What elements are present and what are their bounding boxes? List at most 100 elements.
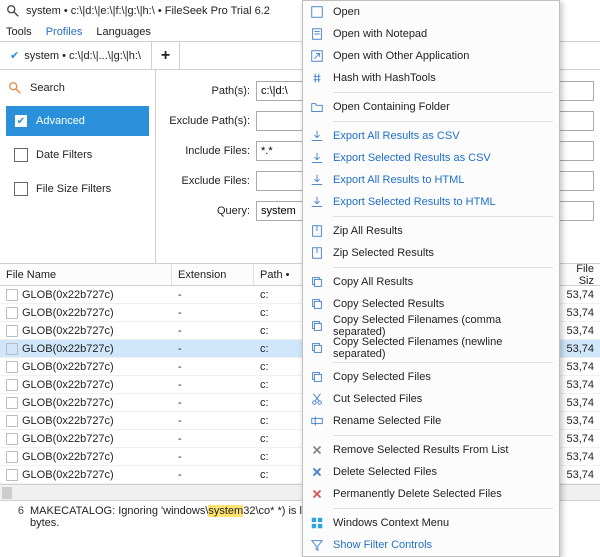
- ctx-copy-fn-comma[interactable]: Copy Selected Filenames (comma separated…: [303, 315, 559, 337]
- ctx-open-notepad[interactable]: Open with Notepad: [303, 23, 559, 45]
- tab-add-button[interactable]: +: [152, 42, 180, 70]
- check-icon: ✔: [10, 49, 19, 62]
- menu-profiles[interactable]: Profiles: [46, 26, 83, 38]
- separator: [333, 267, 553, 268]
- cell-size: 53,74: [556, 451, 600, 463]
- menu-tools[interactable]: Tools: [6, 26, 32, 38]
- perm-delete-icon: [309, 486, 325, 502]
- ctx-export-sel-html[interactable]: Export Selected Results to HTML: [303, 191, 559, 213]
- tab-active[interactable]: ✔ system • c:\|d:\|...\|g:\|h:\: [0, 42, 152, 70]
- cell-filename: GLOB(0x22b727c): [22, 343, 114, 355]
- ctx-open-folder[interactable]: Open Containing Folder: [303, 96, 559, 118]
- separator: [333, 362, 553, 363]
- cell-filename: GLOB(0x22b727c): [22, 397, 114, 409]
- ctx-perm-delete[interactable]: Permanently Delete Selected Files: [303, 483, 559, 505]
- ctx-copy-files[interactable]: Copy Selected Files: [303, 366, 559, 388]
- menu-languages[interactable]: Languages: [96, 26, 150, 38]
- sidebar-item-label: Advanced: [36, 115, 85, 127]
- cell-filename: GLOB(0x22b727c): [22, 361, 114, 373]
- ctx-delete[interactable]: Delete Selected Files: [303, 461, 559, 483]
- cell-filename: GLOB(0x22b727c): [22, 307, 114, 319]
- ctx-rename[interactable]: Rename Selected File: [303, 410, 559, 432]
- context-menu: Open Open with Notepad Open with Other A…: [302, 0, 560, 557]
- cell-size: 53,74: [556, 415, 600, 427]
- scroll-thumb[interactable]: [2, 487, 12, 499]
- ctx-filter-controls[interactable]: Show Filter Controls: [303, 534, 559, 556]
- cell-filename: GLOB(0x22b727c): [22, 289, 114, 301]
- sidebar-item-advanced[interactable]: ✔ Advanced: [6, 106, 149, 136]
- cell-extension: -: [172, 361, 254, 373]
- open-icon: [309, 4, 325, 20]
- copy-icon: [309, 274, 325, 290]
- cell-extension: -: [172, 289, 254, 301]
- hash-icon: [309, 70, 325, 86]
- separator: [333, 121, 553, 122]
- file-icon: [6, 289, 18, 301]
- preview-line-no: 6: [6, 505, 24, 517]
- tab-label: system • c:\|d:\|...\|g:\|h:\: [24, 50, 141, 62]
- ctx-zip-all[interactable]: Zip All Results: [303, 220, 559, 242]
- sidebar-item-date[interactable]: Date Filters: [6, 140, 149, 170]
- sidebar-item-filesize[interactable]: File Size Filters: [6, 174, 149, 204]
- cell-extension: -: [172, 343, 254, 355]
- ctx-open-other[interactable]: Open with Other Application: [303, 45, 559, 67]
- ctx-export-all-csv[interactable]: Export All Results as CSV: [303, 125, 559, 147]
- ctx-hash[interactable]: Hash with HashTools: [303, 67, 559, 89]
- cell-size: 53,74: [556, 361, 600, 373]
- app-icon: [6, 4, 20, 18]
- ctx-open[interactable]: Open: [303, 1, 559, 23]
- cell-extension: -: [172, 469, 254, 481]
- file-icon: [6, 433, 18, 445]
- file-icon: [6, 343, 18, 355]
- ctx-windows-menu[interactable]: Windows Context Menu: [303, 512, 559, 534]
- checkbox-filesize[interactable]: [14, 182, 28, 196]
- checkbox-date[interactable]: [14, 148, 28, 162]
- ctx-copy-fn-nl[interactable]: Copy Selected Filenames (newline separat…: [303, 337, 559, 359]
- cell-extension: -: [172, 307, 254, 319]
- copy-icon: [309, 369, 325, 385]
- cell-filename: GLOB(0x22b727c): [22, 433, 114, 445]
- column-extension[interactable]: Extension: [172, 264, 254, 285]
- column-filename[interactable]: File Name: [0, 264, 172, 285]
- copy-icon: [309, 296, 325, 312]
- cell-extension: -: [172, 433, 254, 445]
- checkbox-advanced[interactable]: ✔: [14, 114, 28, 128]
- sidebar-item-label: File Size Filters: [36, 183, 111, 195]
- ctx-remove[interactable]: Remove Selected Results From List: [303, 439, 559, 461]
- cell-filename: GLOB(0x22b727c): [22, 469, 114, 481]
- sidebar-item-label: Date Filters: [36, 149, 92, 161]
- ctx-export-all-html[interactable]: Export All Results to HTML: [303, 169, 559, 191]
- cell-size: 53,74: [556, 307, 600, 319]
- cell-extension: -: [172, 379, 254, 391]
- file-icon: [6, 415, 18, 427]
- delete-icon: [309, 464, 325, 480]
- copy-icon: [309, 318, 325, 334]
- export-icon: [309, 172, 325, 188]
- cell-filename: GLOB(0x22b727c): [22, 325, 114, 337]
- ctx-cut-files[interactable]: Cut Selected Files: [303, 388, 559, 410]
- remove-icon: [309, 442, 325, 458]
- column-size[interactable]: File Siz: [556, 264, 600, 285]
- sidebar-search-label: Search: [30, 82, 65, 94]
- ctx-copy-all[interactable]: Copy All Results: [303, 271, 559, 293]
- exclude-paths-label: Exclude Path(s):: [156, 115, 256, 127]
- export-icon: [309, 150, 325, 166]
- cell-size: 53,74: [556, 397, 600, 409]
- include-files-label: Include Files:: [156, 145, 256, 157]
- folder-icon: [309, 99, 325, 115]
- sidebar-search[interactable]: Search: [0, 74, 155, 102]
- file-icon: [6, 451, 18, 463]
- cut-icon: [309, 391, 325, 407]
- cell-extension: -: [172, 325, 254, 337]
- cell-size: 53,74: [556, 325, 600, 337]
- export-icon: [309, 194, 325, 210]
- cell-size: 53,74: [556, 343, 600, 355]
- windows-icon: [309, 515, 325, 531]
- window-title: system • c:\|d:\|e:\|f:\|g:\|h:\ • FileS…: [26, 5, 270, 17]
- separator: [333, 435, 553, 436]
- paths-label: Path(s):: [156, 85, 256, 97]
- file-icon: [6, 307, 18, 319]
- ctx-zip-sel[interactable]: Zip Selected Results: [303, 242, 559, 264]
- ctx-copy-sel[interactable]: Copy Selected Results: [303, 293, 559, 315]
- ctx-export-sel-csv[interactable]: Export Selected Results as CSV: [303, 147, 559, 169]
